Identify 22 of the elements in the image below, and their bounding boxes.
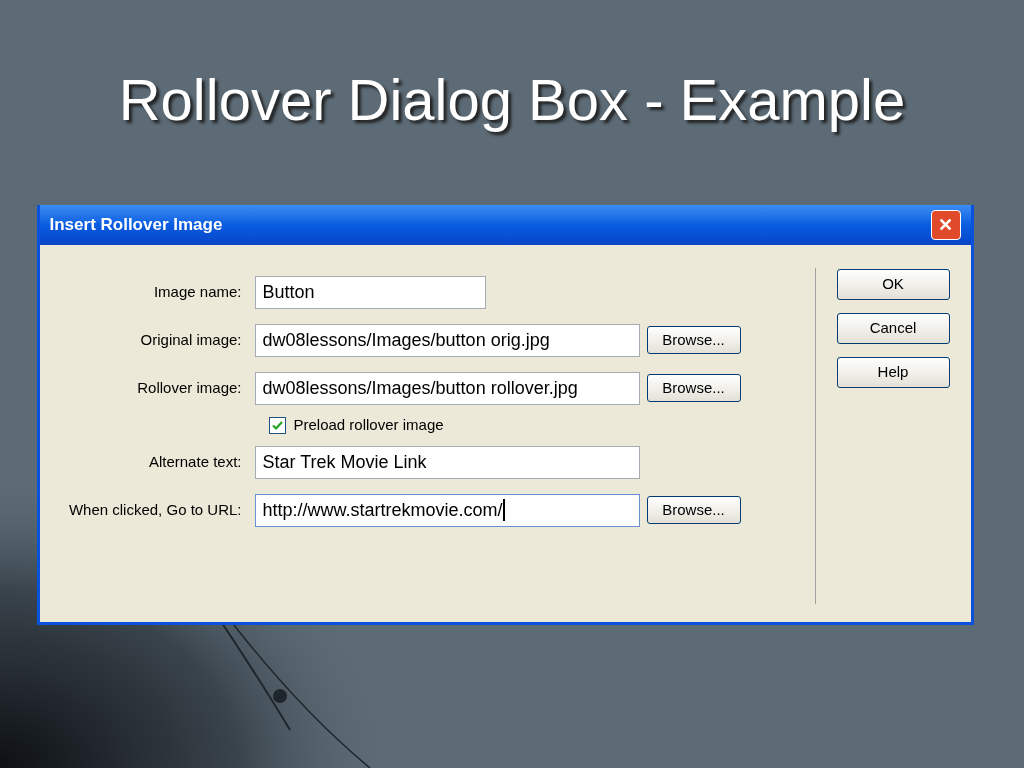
field-label: Original image: (140, 331, 242, 348)
field-label: Alternate text: (148, 453, 242, 470)
close-button[interactable]: ✕ (930, 210, 961, 240)
dialog-button[interactable]: Cancel (836, 313, 950, 344)
input-field[interactable]: dw08lessons/Images/button orig.jpg (254, 323, 640, 357)
input-field[interactable]: Star Trek Movie Link (254, 445, 640, 479)
checkbox-label: Preload rollover image (293, 414, 444, 435)
checkmark-icon (271, 419, 283, 431)
input-field[interactable]: dw08lessons/Images/button rollover.jpg (254, 371, 640, 405)
input-field[interactable]: http://www.startrekmovie.com/ (254, 493, 640, 527)
dialog-button[interactable]: Help (836, 357, 950, 388)
browse-button[interactable]: Browse... (646, 374, 741, 402)
field-label: Rollover image: (137, 379, 242, 396)
field-label: Image name: (153, 283, 242, 300)
window-title: Insert Rollover Image (49, 214, 223, 237)
slide-title: Rollover Dialog Box - Example (118, 66, 906, 134)
dialog-button[interactable]: OK (836, 269, 950, 300)
browse-button[interactable]: Browse... (646, 496, 741, 524)
field-label: When clicked, Go to URL: (68, 501, 242, 518)
checkbox[interactable] (268, 416, 286, 434)
input-field[interactable]: Button (254, 275, 486, 309)
browse-button[interactable]: Browse... (646, 326, 741, 354)
